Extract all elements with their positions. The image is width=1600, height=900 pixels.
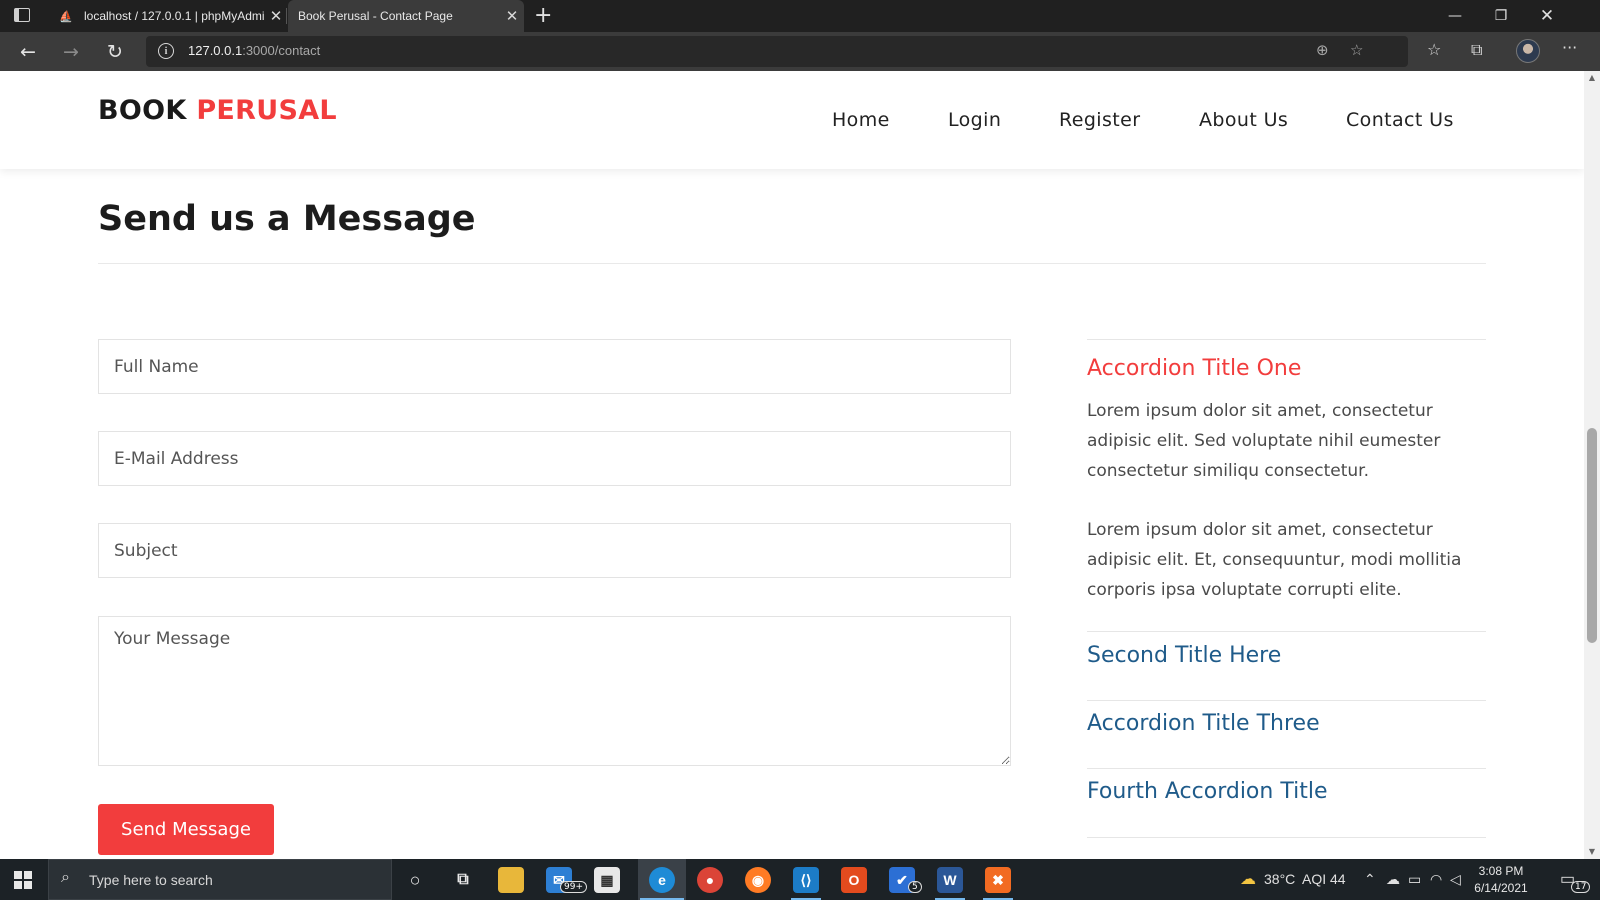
battery-icon[interactable]: ▭ [1408, 871, 1421, 888]
wifi-icon[interactable]: ◠ [1430, 871, 1442, 888]
file-explorer-icon[interactable] [498, 867, 524, 893]
windows-start-icon[interactable] [14, 871, 32, 889]
tab-phpmyadmin[interactable]: ⛵ localhost / 127.0.0.1 | phpMyAdmin ✕ [48, 0, 288, 32]
page-title: Send us a Message [98, 199, 476, 239]
tab-divider [286, 8, 287, 24]
logo-word-perusal: PERUSAL [196, 95, 337, 126]
chevron-up-icon[interactable]: ⌃ [1364, 871, 1376, 888]
office-icon[interactable]: O [841, 867, 867, 893]
nav-home[interactable]: Home [832, 109, 890, 131]
todo-badge: 5 [908, 881, 922, 893]
more-options-icon[interactable]: ··· [1562, 38, 1577, 57]
volume-icon[interactable]: ◁ [1450, 871, 1461, 888]
accordion-divider [1087, 631, 1486, 632]
tab-title: localhost / 127.0.0.1 | phpMyAdmin [84, 9, 264, 23]
nav-register[interactable]: Register [1059, 109, 1140, 131]
edge-icon[interactable]: e [649, 867, 675, 893]
windows-taskbar: ⌕ Type here to search ○ ⧉ ✉ 99+ ▦ e ● ◉ … [0, 859, 1600, 900]
minimize-icon[interactable]: — [1432, 0, 1478, 32]
restore-icon[interactable]: ❐ [1478, 0, 1524, 32]
close-window-icon[interactable]: ✕ [1524, 0, 1570, 32]
chrome-icon[interactable]: ● [697, 867, 723, 893]
nav-contact-us[interactable]: Contact Us [1346, 109, 1454, 131]
cortana-icon[interactable]: ○ [402, 867, 428, 893]
xampp-icon[interactable]: ✖ [985, 867, 1011, 893]
clock-time: 3:08 PM [1478, 864, 1524, 878]
browser-tab-bar: ⛵ localhost / 127.0.0.1 | phpMyAdmin ✕ B… [0, 0, 1600, 85]
accordion-title-one[interactable]: Accordion Title One [1087, 356, 1301, 381]
accordion-title-four[interactable]: Fourth Accordion Title [1087, 779, 1327, 804]
weather-icon[interactable]: ☁ [1240, 869, 1256, 889]
accordion-divider [1087, 837, 1486, 838]
send-message-button[interactable]: Send Message [98, 804, 274, 855]
back-icon[interactable]: ← [14, 38, 42, 66]
full-name-input[interactable] [98, 339, 1011, 394]
web-page: BOOK PERUSAL Home Login Register About U… [0, 71, 1584, 859]
notification-count: 17 [1571, 881, 1591, 893]
accordion-paragraph: Lorem ipsum dolor sit amet, consectetur … [1087, 520, 1462, 600]
site-info-icon[interactable]: i [158, 43, 174, 59]
accordion-paragraph: Lorem ipsum dolor sit amet, consectetur … [1087, 401, 1441, 481]
page-scrollbar[interactable]: ▲ ▼ [1584, 71, 1600, 859]
forward-icon[interactable]: → [57, 38, 85, 66]
scroll-up-icon[interactable]: ▲ [1587, 73, 1597, 82]
close-tab-icon[interactable]: ✕ [500, 7, 524, 25]
site-header: BOOK PERUSAL Home Login Register About U… [0, 71, 1584, 169]
air-quality[interactable]: AQI 44 [1302, 871, 1346, 887]
accordion-divider [1087, 768, 1486, 769]
favorites-icon[interactable]: ☆ [1427, 40, 1441, 59]
task-view-icon[interactable]: ⧉ [450, 867, 476, 893]
accordion-title-three[interactable]: Accordion Title Three [1087, 711, 1320, 736]
store-icon[interactable]: ▦ [594, 867, 620, 893]
firefox-icon[interactable]: ◉ [745, 867, 771, 893]
refresh-icon[interactable]: ↻ [101, 38, 129, 66]
accordion-title-two[interactable]: Second Title Here [1087, 643, 1281, 668]
browser-toolbar: ← → ↻ i 127.0.0.1:3000/contact ⊕ ☆ ☆ ⧉ ·… [0, 32, 1600, 71]
message-textarea[interactable] [98, 616, 1011, 766]
add-favorite-icon[interactable]: ☆ [1350, 41, 1363, 59]
tab-contact-page[interactable]: Book Perusal - Contact Page ✕ [288, 0, 524, 85]
nav-login[interactable]: Login [948, 109, 1001, 131]
close-tab-icon[interactable]: ✕ [264, 7, 288, 25]
nav-about-us[interactable]: About Us [1199, 109, 1288, 131]
scroll-down-icon[interactable]: ▼ [1587, 847, 1597, 856]
tab-actions-icon[interactable] [14, 8, 30, 22]
system-clock[interactable]: 3:08 PM 6/14/2021 [1464, 863, 1538, 897]
mail-badge: 99+ [560, 881, 587, 893]
title-divider [98, 263, 1486, 264]
url-text[interactable]: 127.0.0.1:3000/contact [188, 43, 320, 58]
tab-title: Book Perusal - Contact Page [298, 9, 453, 23]
subject-input[interactable] [98, 523, 1011, 578]
word-icon[interactable]: W [937, 867, 963, 893]
collections-icon[interactable]: ⧉ [1471, 40, 1482, 60]
new-tab-icon[interactable]: + [534, 3, 552, 28]
taskbar-search[interactable]: ⌕ Type here to search [48, 859, 392, 900]
accordion-divider [1087, 700, 1486, 701]
taskbar-search-placeholder: Type here to search [89, 872, 213, 888]
profile-avatar[interactable] [1516, 39, 1540, 63]
address-bar[interactable]: i 127.0.0.1:3000/contact ⊕ ☆ [146, 36, 1408, 67]
scrollbar-thumb[interactable] [1587, 428, 1597, 643]
logo-word-book: BOOK [98, 95, 187, 126]
search-icon: ⌕ [61, 869, 70, 886]
accordion-divider [1087, 339, 1486, 340]
email-input[interactable] [98, 431, 1011, 486]
phpmyadmin-icon: ⛵ [59, 10, 73, 23]
site-logo[interactable]: BOOK PERUSAL [98, 95, 337, 126]
vscode-icon[interactable]: ⟨⟩ [793, 867, 819, 893]
onedrive-icon[interactable]: ☁ [1386, 871, 1400, 888]
zoom-icon[interactable]: ⊕ [1316, 41, 1329, 59]
clock-date: 6/14/2021 [1474, 881, 1528, 895]
weather-temperature[interactable]: 38°C [1264, 871, 1295, 887]
